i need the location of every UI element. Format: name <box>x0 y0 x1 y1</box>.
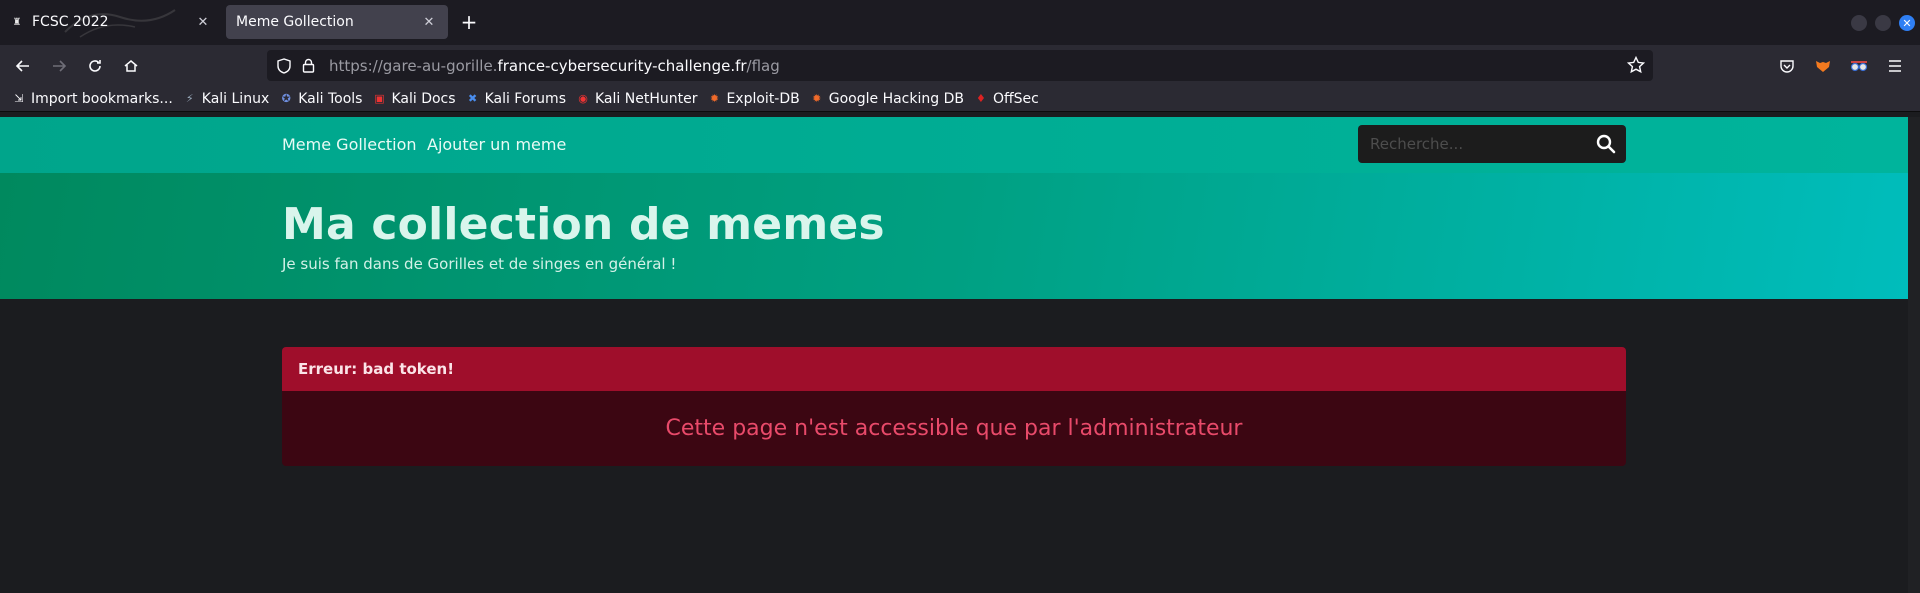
search-icon[interactable] <box>1596 134 1616 154</box>
url-bar[interactable]: https://gare-au-gorille.france-cybersecu… <box>267 50 1653 81</box>
offsec-icon: ♦ <box>976 92 986 105</box>
tab-bar: ♜ FCSC 2022 ✕ Meme Gollection ✕ + ✕ <box>0 0 1920 45</box>
tab-fcsc[interactable]: ♜ FCSC 2022 ✕ <box>0 5 222 39</box>
tab-meme-gollection[interactable]: Meme Gollection ✕ <box>226 5 448 39</box>
bookmark-label: OffSec <box>992 90 1039 107</box>
bookmark-kali-nethunter[interactable]: ◉ Kali NetHunter <box>576 91 697 107</box>
nethunter-icon: ◉ <box>578 92 588 105</box>
url-prefix: https://gare-au-gorille. <box>329 56 498 75</box>
close-tab-icon[interactable]: ✕ <box>420 13 438 31</box>
home-icon <box>124 60 138 72</box>
ghdb-icon: ✹ <box>812 92 822 105</box>
bookmark-label: Import bookmarks... <box>31 90 173 107</box>
bookmark-kali-docs[interactable]: ▣ Kali Docs <box>372 91 455 107</box>
bookmark-kali-forums[interactable]: ✖ Kali Forums <box>466 91 566 107</box>
bookmark-label: Kali Forums <box>484 90 566 107</box>
bookmark-offsec[interactable]: ♦ OffSec <box>974 91 1039 107</box>
close-window-button[interactable]: ✕ <box>1899 15 1915 31</box>
bookmark-label: Kali NetHunter <box>595 90 698 107</box>
maximize-window-button[interactable] <box>1875 15 1891 31</box>
navigation-toolbar: https://gare-au-gorille.france-cybersecu… <box>0 45 1920 86</box>
kali-forums-icon: ✖ <box>467 92 478 105</box>
exploitdb-icon: ✹ <box>709 92 720 105</box>
reload-button[interactable] <box>83 54 107 78</box>
import-icon: ⇲ <box>14 92 24 105</box>
error-alert-heading: Erreur: bad token! <box>282 347 1626 391</box>
fcsc-favicon-icon: ♜ <box>12 16 22 28</box>
bookmarks-toolbar: ⇲ Import bookmarks... ⚡ Kali Linux ✪ Kal… <box>0 86 1920 112</box>
page-title: Ma collection de memes <box>282 199 885 250</box>
bookmark-label: Exploit-DB <box>726 90 800 107</box>
lock-icon[interactable] <box>299 57 317 75</box>
bookmark-kali-linux[interactable]: ⚡ Kali Linux <box>183 91 269 107</box>
menu-hamburger-icon[interactable] <box>1885 56 1905 76</box>
bookmark-kali-tools[interactable]: ✪ Kali Tools <box>279 90 363 107</box>
home-button[interactable] <box>119 54 143 78</box>
back-button[interactable] <box>11 54 35 78</box>
tab-label: Meme Gollection <box>236 14 354 30</box>
extension-glasses-icon[interactable] <box>1849 56 1869 76</box>
page-subtitle: Je suis fan dans de Gorilles et de singe… <box>282 255 677 273</box>
bookmark-label: Google Hacking DB <box>828 90 964 107</box>
url-text[interactable]: https://gare-au-gorille.france-cybersecu… <box>329 57 780 75</box>
forward-button[interactable] <box>47 54 71 78</box>
hero-banner: Ma collection de memes Je suis fan dans … <box>0 173 1908 299</box>
bookmark-star-icon[interactable] <box>1626 55 1646 78</box>
minimize-window-button[interactable] <box>1851 15 1867 31</box>
bookmark-label: Kali Linux <box>201 90 270 107</box>
reload-icon <box>89 60 101 72</box>
kali-tools-icon: ✪ <box>281 92 291 105</box>
site-navbar: Meme Gollection Ajouter un meme <box>0 117 1908 173</box>
url-path: /flag <box>746 56 780 75</box>
bookmark-google-hacking-db[interactable]: ✹ Google Hacking DB <box>810 91 964 107</box>
web-page: Meme Gollection Ajouter un meme Ma colle… <box>0 117 1908 593</box>
url-host: france-cybersecurity-challenge.fr <box>497 56 747 75</box>
pocket-icon[interactable] <box>1777 56 1797 76</box>
search-input[interactable] <box>1358 135 1578 153</box>
tab-label: FCSC 2022 <box>32 14 109 30</box>
extension-fox-icon[interactable] <box>1813 56 1833 76</box>
error-alert: Erreur: bad token! Cette page n'est acce… <box>282 347 1626 466</box>
nav-add-meme-link[interactable]: Ajouter un meme <box>427 135 566 154</box>
close-tab-icon[interactable]: ✕ <box>194 13 212 31</box>
error-alert-message: Cette page n'est accessible que par l'ad… <box>282 391 1626 466</box>
bookmark-exploit-db[interactable]: ✹ Exploit-DB <box>707 90 800 107</box>
kali-icon: ⚡ <box>185 92 194 105</box>
shield-icon[interactable] <box>275 57 293 75</box>
page-scrollbar[interactable] <box>1908 117 1920 593</box>
bookmark-label: Kali Docs <box>391 90 456 107</box>
bookmark-import[interactable]: ⇲ Import bookmarks... <box>12 90 173 107</box>
back-arrow-icon <box>15 60 29 72</box>
nav-brand-link[interactable]: Meme Gollection <box>282 135 417 154</box>
search-form <box>1358 125 1626 163</box>
kali-docs-icon: ▣ <box>374 92 385 105</box>
new-tab-button[interactable]: + <box>458 10 480 34</box>
forward-arrow-icon <box>53 60 67 72</box>
bookmark-label: Kali Tools <box>298 90 363 107</box>
